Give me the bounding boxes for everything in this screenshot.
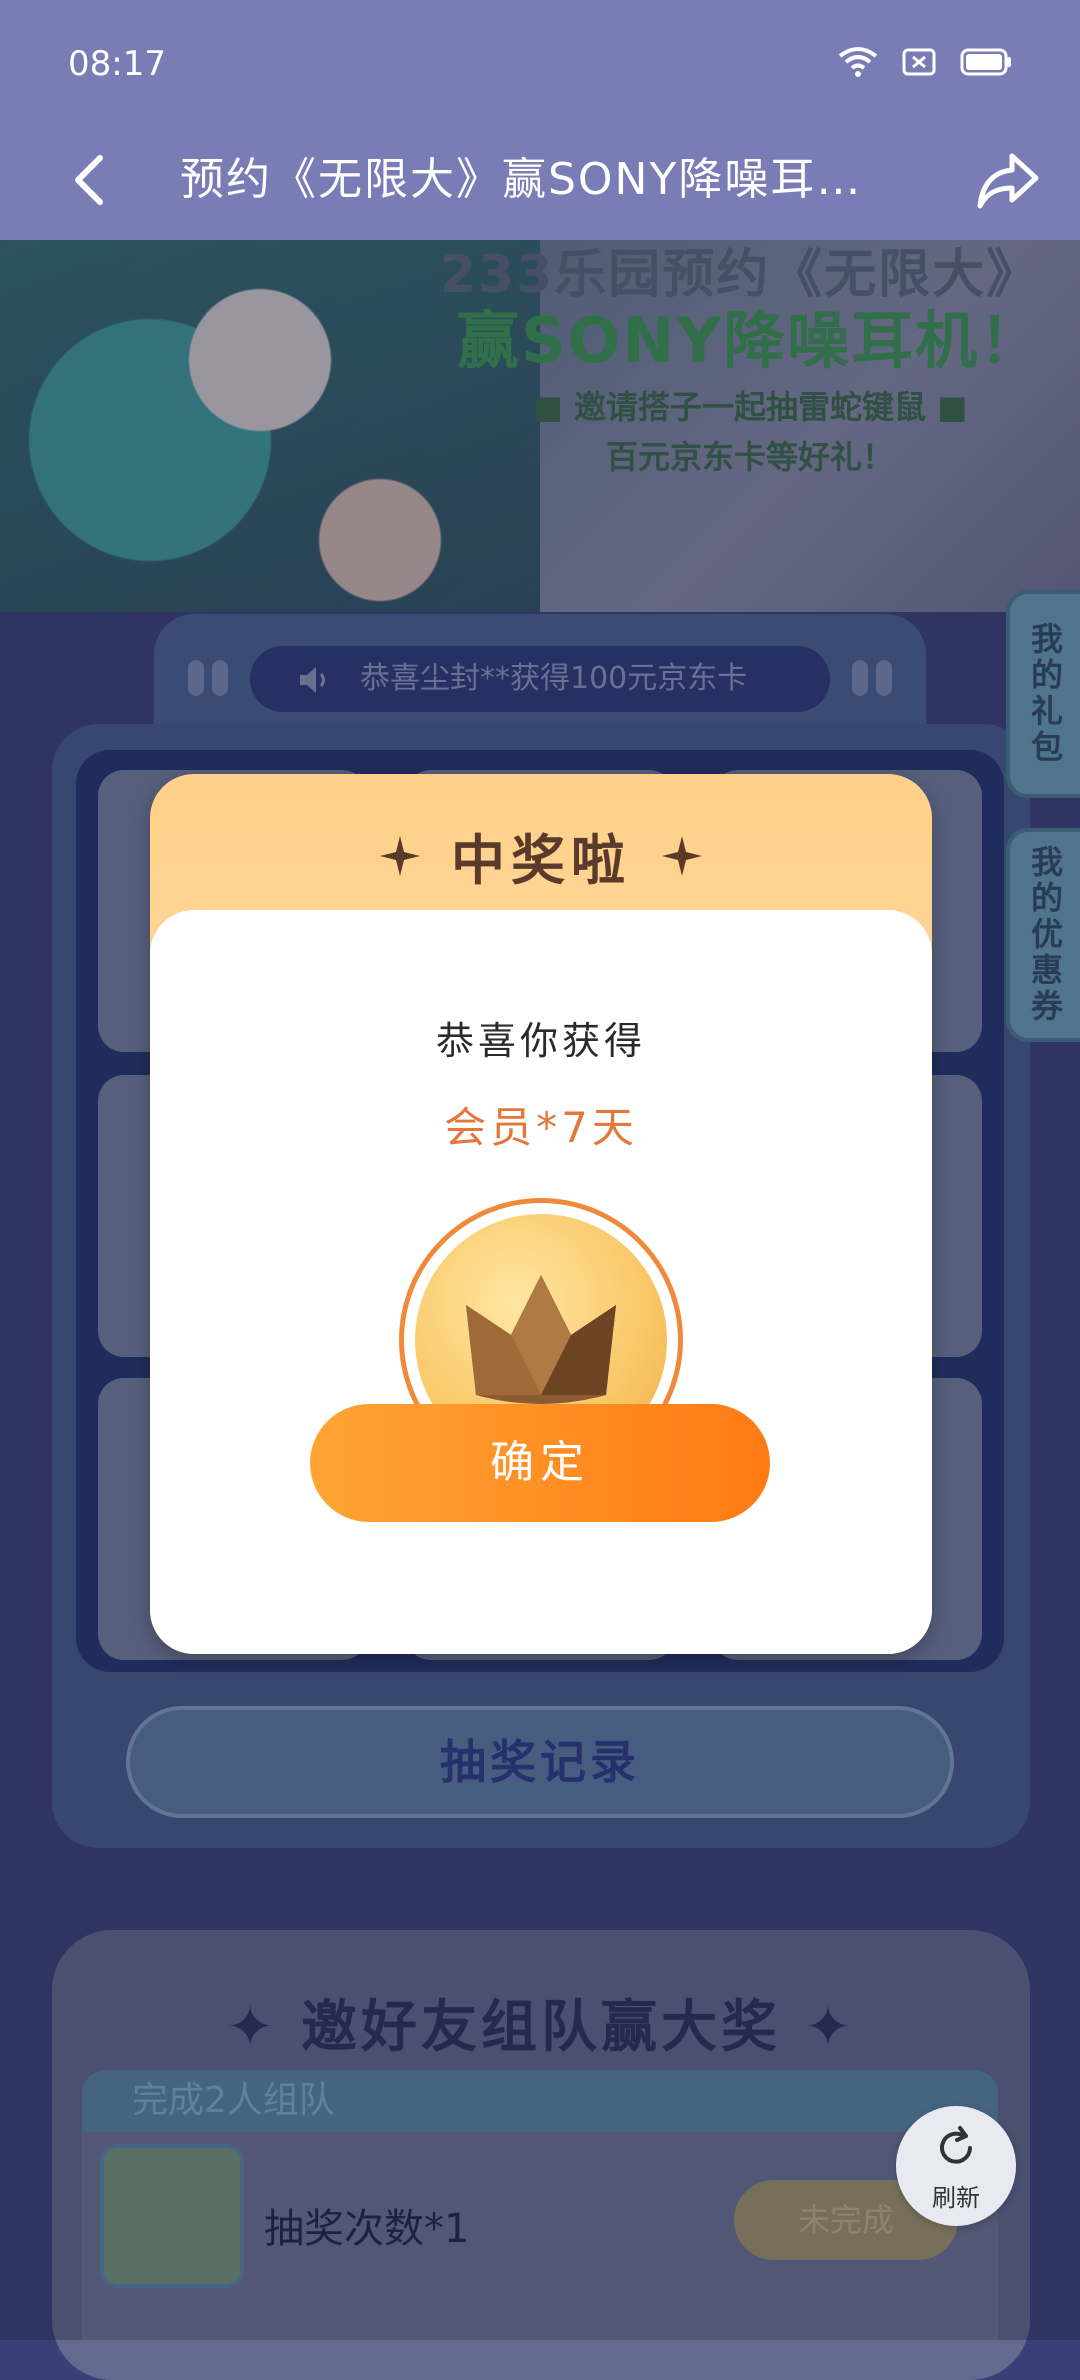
share-icon	[977, 153, 1039, 209]
status-time: 08:17	[68, 44, 166, 84]
prize-name: 会员*7天	[444, 1103, 638, 1152]
battery-icon	[960, 48, 1011, 76]
no-sim-icon	[902, 48, 936, 76]
chevron-left-icon	[75, 155, 103, 205]
congrats-text: 恭喜你获得	[435, 1019, 646, 1063]
confirm-button[interactable]: 确定	[310, 1404, 770, 1522]
modal-title: 中奖啦	[451, 829, 631, 892]
status-bar: 08:17	[0, 0, 1080, 120]
status-icons	[838, 46, 1012, 78]
page-title: 预约《无限大》赢SONY降噪耳 …	[180, 154, 870, 205]
back-button[interactable]	[50, 140, 130, 220]
sparkle-icon	[662, 836, 702, 876]
refresh-button[interactable]: 刷新	[896, 2106, 1016, 2226]
share-button[interactable]	[966, 138, 1050, 222]
prize-modal: 中奖啦 恭喜你获得 会员*7天 确定	[150, 774, 932, 1654]
wifi-icon	[838, 47, 878, 77]
refresh-label: 刷新	[932, 2184, 980, 2212]
refresh-icon	[940, 2126, 972, 2164]
app-header: 预约《无限大》赢SONY降噪耳 …	[0, 120, 1080, 240]
modal-body: 恭喜你获得 会员*7天	[150, 910, 932, 1654]
crown-icon	[466, 1275, 616, 1404]
